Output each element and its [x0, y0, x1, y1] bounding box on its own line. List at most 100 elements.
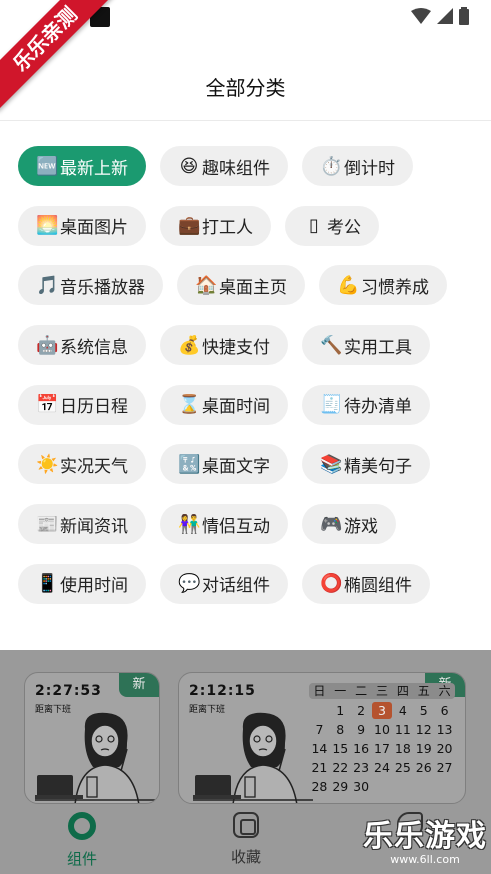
- category-chip[interactable]: 📅 日历日程: [18, 384, 146, 425]
- category-emoji-icon: 🏠: [195, 274, 218, 296]
- category-chip[interactable]: 🎵 音乐播放器: [18, 265, 163, 306]
- category-chip[interactable]: 🆕 最新上新: [18, 146, 146, 186]
- calendar-weekday: 日: [313, 684, 326, 698]
- category-emoji-icon: 📚: [320, 453, 343, 475]
- category-chip[interactable]: 🧾 待办清单: [302, 384, 430, 425]
- calendar-day: 11: [394, 722, 411, 737]
- category-chip[interactable]: ⭕ 椭圆组件: [302, 563, 430, 604]
- category-chip[interactable]: 🔨 实用工具: [302, 325, 430, 366]
- category-emoji-icon: ⭕: [320, 573, 343, 595]
- widget-card-calendar[interactable]: 新 2:12:15 距离下班 日一二三四五六 12345678910111213…: [178, 672, 466, 804]
- category-chip[interactable]: 💬 对话组件: [160, 563, 288, 604]
- category-chip[interactable]: 💰 快捷支付: [160, 325, 288, 366]
- calendar-day: 17: [374, 741, 390, 756]
- calendar-weekday: 三: [375, 684, 388, 698]
- category-chip[interactable]: 💪 习惯养成: [319, 265, 447, 306]
- category-row: 📰 新闻资讯 👫 情侣互动 🎮 游戏: [18, 504, 478, 545]
- calendar-weekday: 二: [355, 684, 368, 698]
- category-emoji-icon: ☀️: [36, 453, 59, 475]
- category-chip[interactable]: 💼 打工人: [160, 205, 271, 246]
- category-emoji-icon: 🧾: [320, 394, 343, 416]
- category-label: 日历日程: [60, 397, 128, 418]
- calendar-weekday: 六: [438, 684, 451, 698]
- category-label: 使用时间: [60, 576, 128, 597]
- category-label: 音乐播放器: [60, 277, 145, 298]
- category-chip[interactable]: ☀️ 实况天气: [18, 444, 146, 485]
- category-emoji-icon: 🤖: [36, 334, 59, 356]
- category-emoji-icon: ⌛: [178, 394, 201, 416]
- category-chip[interactable]: 🎮 游戏: [302, 504, 396, 545]
- category-emoji-icon: ▯: [309, 215, 319, 237]
- category-chip[interactable]: 🌅 桌面图片: [18, 205, 146, 246]
- nav-tab-widgets[interactable]: 组件: [32, 812, 132, 869]
- wifi-icon: [411, 8, 431, 24]
- calendar-day: 25: [394, 760, 411, 775]
- category-label: 情侣互动: [202, 516, 270, 537]
- category-label: 实况天气: [60, 456, 128, 477]
- calendar-day: 26: [415, 760, 432, 775]
- category-emoji-icon: 🆕: [36, 155, 59, 177]
- category-label: 趣味组件: [202, 158, 270, 179]
- calendar-day: 1: [336, 703, 345, 718]
- category-label: 椭圆组件: [344, 576, 412, 597]
- calendar-day: 28: [311, 779, 328, 794]
- category-label: 待办清单: [344, 397, 412, 418]
- category-label: 实用工具: [344, 337, 412, 358]
- new-badge: 新: [119, 673, 159, 697]
- category-chip[interactable]: 🤖 系统信息: [18, 325, 146, 366]
- calendar-day: 9: [357, 722, 366, 737]
- category-chip[interactable]: 📱 使用时间: [18, 563, 146, 604]
- category-emoji-icon: 💪: [337, 274, 360, 296]
- category-chip[interactable]: ⌛ 桌面时间: [160, 384, 288, 425]
- category-label: 桌面主页: [219, 277, 287, 298]
- countdown-time: 2:27:53: [35, 683, 102, 699]
- category-label: 对话组件: [202, 576, 270, 597]
- calendar-day: 19: [415, 741, 432, 756]
- category-emoji-icon: 📅: [36, 394, 59, 416]
- calendar-day: 12: [415, 722, 432, 737]
- calendar-day: 18: [394, 741, 411, 756]
- category-chip[interactable]: ⏱️ 倒计时: [302, 146, 413, 186]
- category-emoji-icon: 💰: [178, 334, 201, 356]
- header-divider: [0, 120, 491, 121]
- calendar-day: 23: [353, 760, 370, 775]
- category-chip[interactable]: 🏠 桌面主页: [177, 265, 305, 306]
- category-chip[interactable]: ▯ 考公: [285, 205, 379, 246]
- calendar-day: 2: [357, 703, 366, 718]
- category-label: 系统信息: [60, 337, 128, 358]
- favorites-icon: [233, 812, 259, 838]
- nav-tab-label: 收藏: [230, 848, 261, 866]
- calendar-day: [309, 702, 330, 719]
- category-row: 🆕 最新上新 😆 趣味组件 ⏱️ 倒计时: [18, 146, 478, 186]
- widget-card-countdown[interactable]: 新 2:27:53 距离下班: [24, 672, 160, 804]
- page-title: 全部分类: [205, 76, 286, 100]
- calendar-day: 15: [332, 741, 349, 756]
- girl-illustration-icon: [193, 712, 313, 803]
- calendar-day: 6: [440, 703, 449, 718]
- category-label: 游戏: [344, 516, 378, 537]
- category-emoji-icon: 💬: [178, 573, 201, 595]
- calendar-day: 4: [398, 703, 407, 718]
- calendar-weekday: 一: [334, 684, 347, 698]
- category-row: 📅 日历日程 ⌛ 桌面时间 🧾 待办清单: [18, 384, 478, 425]
- nav-tab-favorites[interactable]: 收藏: [196, 812, 296, 867]
- battery-icon: [459, 7, 469, 25]
- category-list: 🆕 最新上新 😆 趣味组件 ⏱️ 倒计时 🌅 桌面图片 💼 打工人 ▯ 考公 🎵 音乐播放器 🏠 桌面主页 💪 习…: [18, 146, 478, 624]
- category-chip[interactable]: 📚 精美句子: [302, 444, 430, 485]
- category-chip[interactable]: 🔣 桌面文字: [160, 444, 288, 485]
- category-chip[interactable]: 👫 情侣互动: [160, 504, 288, 545]
- category-chip[interactable]: 😆 趣味组件: [160, 146, 288, 186]
- category-emoji-icon: 👫: [178, 513, 201, 535]
- calendar-day: 29: [332, 779, 349, 794]
- category-emoji-icon: 💼: [178, 215, 201, 237]
- site-watermark: 乐乐游戏 www.6ll.com: [363, 811, 487, 866]
- calendar-weekday: 四: [396, 684, 409, 698]
- calendar-days: 1 2 3 4 5 6 7 8 9 10 11 12 13 14 15 16 17 18 19 20 21 22 23 24 2…: [309, 702, 455, 795]
- category-emoji-icon: 📰: [36, 513, 59, 535]
- category-chip[interactable]: 📰 新闻资讯: [18, 504, 146, 545]
- calendar-day: 7: [315, 722, 324, 737]
- category-row: 📱 使用时间 💬 对话组件 ⭕ 椭圆组件: [18, 563, 478, 604]
- system-icons: [411, 7, 469, 25]
- nav-tab-label: 组件: [66, 850, 97, 868]
- category-row: ☀️ 实况天气 🔣 桌面文字 📚 精美句子: [18, 444, 478, 485]
